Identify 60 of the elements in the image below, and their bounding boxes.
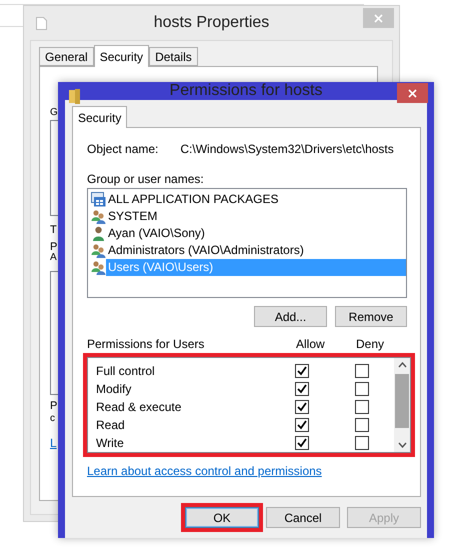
group-name: ALL APPLICATION PACKAGES	[107, 191, 280, 208]
deny-checkbox[interactable]	[355, 418, 369, 432]
column-header: Allow	[296, 337, 326, 351]
list-item[interactable]: Ayan (VAIO\Sony)	[88, 225, 406, 242]
ok-button[interactable]: OK	[185, 507, 259, 528]
user-group-icon	[91, 260, 106, 275]
deny-checkbox[interactable]	[355, 382, 369, 396]
section-label: Group or user names:	[87, 172, 205, 186]
allow-checkbox[interactable]	[295, 400, 309, 414]
tab[interactable]: Security	[94, 45, 150, 67]
tab[interactable]: General	[39, 47, 94, 66]
tab[interactable]: Details	[149, 47, 198, 66]
label-text: P	[50, 241, 58, 253]
help-link[interactable]: Learn about access control and permissions	[87, 464, 322, 478]
label-text: T	[50, 224, 57, 236]
cancel-button[interactable]: Cancel	[266, 507, 340, 528]
permission-name: Read	[95, 418, 126, 432]
scroll-up-icon[interactable]	[398, 362, 406, 368]
list-item[interactable]: Administrators (VAIO\Administrators)	[88, 242, 406, 259]
document-icon	[36, 17, 47, 30]
group-name: Administrators (VAIO\Administrators)	[107, 242, 305, 259]
close-icon	[408, 88, 417, 98]
user-group-icon	[91, 243, 106, 258]
column-header: Deny	[356, 337, 384, 351]
close-icon	[374, 14, 383, 22]
permission-name: Read & execute	[95, 400, 182, 414]
deny-checkbox[interactable]	[355, 364, 369, 378]
folder-icon	[69, 89, 80, 104]
permission-name: Write	[95, 436, 125, 450]
user-icon	[91, 226, 106, 241]
label-text: c	[50, 413, 55, 424]
allow-checkbox[interactable]	[295, 364, 309, 378]
label-text: G	[50, 107, 58, 118]
allow-checkbox[interactable]	[295, 418, 309, 432]
permission-name: Modify	[95, 382, 132, 396]
help-link[interactable]: L	[50, 436, 57, 450]
allow-checkbox[interactable]	[295, 436, 309, 450]
application-window-icon	[91, 192, 106, 207]
close-button[interactable]	[397, 83, 428, 103]
dialog-title: Permissions for hosts	[170, 82, 322, 100]
label-text: A	[50, 252, 57, 263]
group-name: SYSTEM	[107, 208, 158, 225]
permission-name: Full control	[95, 364, 156, 378]
list-item[interactable]: ALL APPLICATION PACKAGES	[88, 191, 406, 208]
list-item[interactable]: SYSTEM	[88, 208, 406, 225]
deny-checkbox[interactable]	[355, 436, 369, 450]
object-path: C:\Windows\System32\Drivers\etc\hosts	[180, 142, 394, 156]
label-text: P	[50, 400, 58, 412]
section-label: Permissions for Users	[87, 337, 206, 351]
scroll-thumb[interactable]	[395, 374, 409, 428]
scroll-down-icon[interactable]	[398, 442, 406, 448]
allow-checkbox[interactable]	[295, 382, 309, 396]
deny-checkbox[interactable]	[355, 400, 369, 414]
remove-button[interactable]: Remove	[335, 306, 407, 327]
user-group-icon	[91, 209, 106, 224]
tab[interactable]: Security	[72, 106, 128, 128]
group-name: Ayan (VAIO\Sony)	[107, 225, 206, 242]
add-button[interactable]: Add...	[254, 306, 327, 327]
window-title: hosts Properties	[154, 14, 270, 32]
object-name-label: Object name:	[87, 142, 158, 156]
